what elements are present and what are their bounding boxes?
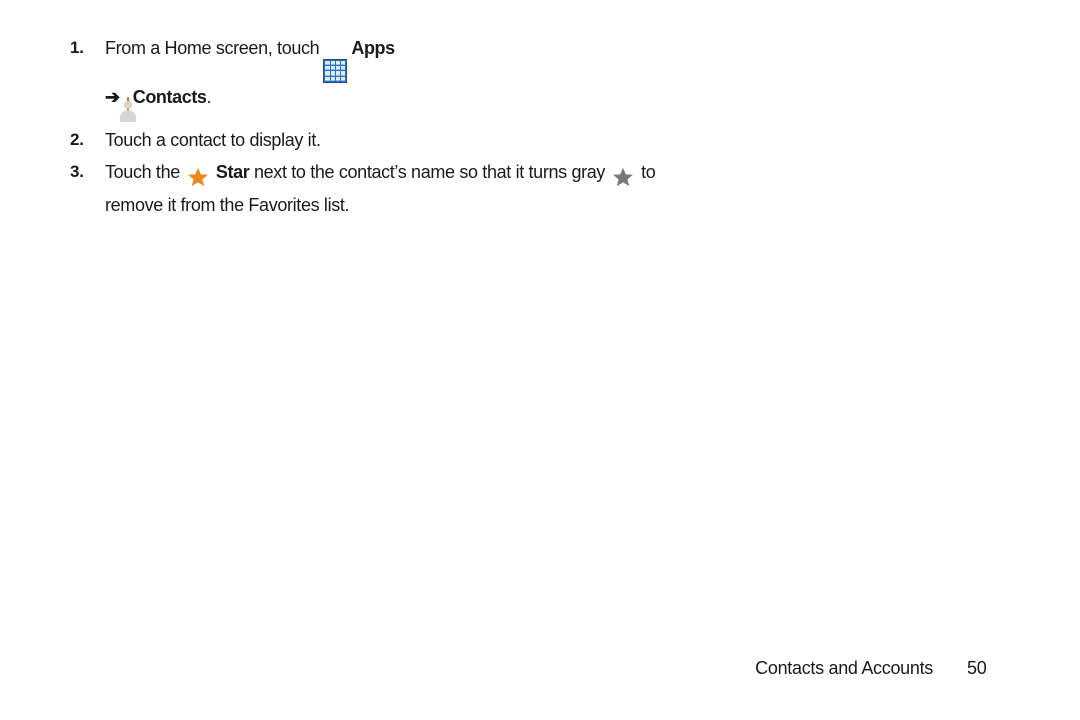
step1-text-prefix: From a Home screen, touch (105, 38, 320, 58)
step-text: Touch the Star next to the contact’s name… (105, 158, 690, 219)
list-item: 3. Touch the Star next to the contact’s n… (70, 158, 690, 219)
step3-text-prefix: Touch the (105, 161, 180, 182)
step1-period: . (206, 86, 212, 107)
list-item: 1. From a Home screen, touch Apps ➔ Contac… (70, 34, 690, 122)
footer-chapter-title: Contacts and Accounts (755, 657, 933, 678)
apps-grid-icon[interactable] (323, 39, 348, 83)
footer-page-number: 50 (967, 657, 987, 678)
list-item: 2. Touch a contact to display it. (70, 126, 690, 154)
step3-line2-prefix: turns gray (528, 161, 606, 182)
step3-text-middle: next to the contact’s name so that it (253, 161, 524, 182)
star-label: Star (215, 161, 250, 182)
instruction-list: 1. From a Home screen, touch Apps ➔ Contac… (70, 34, 690, 223)
star-gray-icon[interactable] (609, 163, 637, 191)
contacts-person-icon[interactable] (119, 88, 136, 122)
arrow-right-icon: ➔ (105, 86, 120, 107)
step-text: Touch a contact to display it. (105, 126, 690, 154)
step-number: 2. (70, 129, 84, 149)
contacts-label: Contacts (132, 86, 207, 107)
star-orange-icon[interactable] (184, 163, 212, 191)
page-footer: Contacts and Accounts 50 (0, 654, 1080, 682)
step-number: 3. (70, 161, 84, 181)
apps-label: Apps (351, 38, 395, 58)
manual-page: { "page": { "background_color": "#ffffff… (0, 0, 1080, 720)
step-number: 1. (70, 38, 84, 57)
step-text: From a Home screen, touch Apps ➔ Contacts. (105, 34, 690, 122)
step2-text: Touch a contact to display it. (105, 129, 321, 150)
